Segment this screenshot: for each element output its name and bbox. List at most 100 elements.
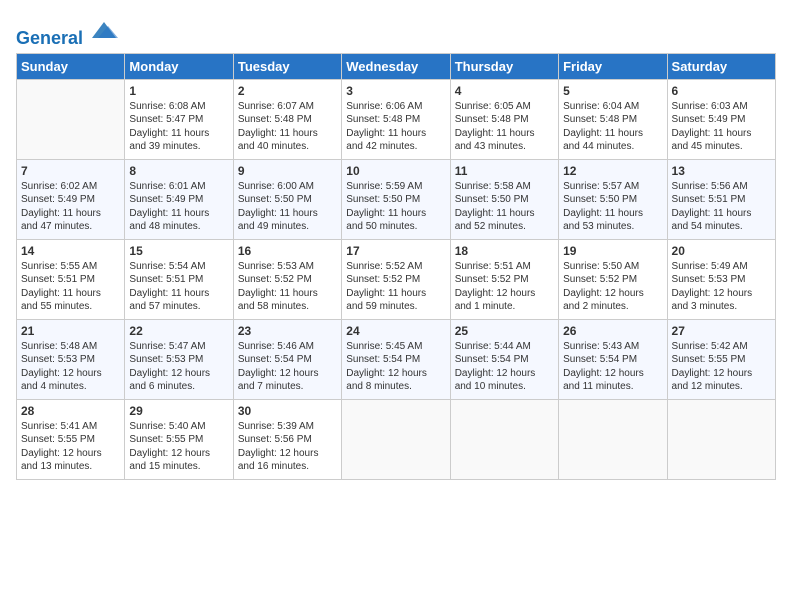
day-cell — [450, 399, 558, 479]
day-number: 13 — [672, 164, 771, 178]
day-number: 6 — [672, 84, 771, 98]
col-header-tuesday: Tuesday — [233, 53, 341, 79]
col-header-friday: Friday — [559, 53, 667, 79]
day-cell: 1 Sunrise: 6:08 AM Sunset: 5:47 PM Daylig… — [125, 79, 233, 159]
logo-text: General — [16, 16, 118, 49]
day-number: 17 — [346, 244, 445, 258]
day-number: 27 — [672, 324, 771, 338]
day-number: 30 — [238, 404, 337, 418]
day-number: 1 — [129, 84, 228, 98]
day-number: 21 — [21, 324, 120, 338]
day-number: 8 — [129, 164, 228, 178]
day-cell: 17 Sunrise: 5:52 AM Sunset: 5:52 PM Dayli… — [342, 239, 450, 319]
page-header: General — [16, 16, 776, 49]
day-cell: 25 Sunrise: 5:44 AM Sunset: 5:54 PM Dayli… — [450, 319, 558, 399]
day-info: Sunrise: 5:54 AM Sunset: 5:51 PM Dayligh… — [129, 260, 228, 314]
week-row-3: 14Sunrise: 5:55 AM Sunset: 5:51 PM Dayli… — [17, 239, 776, 319]
day-cell: 6 Sunrise: 6:03 AM Sunset: 5:49 PM Daylig… — [667, 79, 775, 159]
day-number: 19 — [563, 244, 662, 258]
day-info: Sunrise: 5:58 AM Sunset: 5:50 PM Dayligh… — [455, 180, 554, 234]
day-cell: 21 Sunrise: 5:48 AM Sunset: 5:53 PM Dayli… — [17, 319, 125, 399]
day-info: Sunrise: 5:39 AM Sunset: 5:56 PM Dayligh… — [238, 420, 337, 474]
day-number: 28 — [21, 404, 120, 418]
day-info: Sunrise: 5:52 AM Sunset: 5:52 PM Dayligh… — [346, 260, 445, 314]
day-info: Sunrise: 5:47 AM Sunset: 5:53 PM Dayligh… — [129, 340, 228, 394]
day-info: Sunrise: 5:44 AM Sunset: 5:54 PM Dayligh… — [455, 340, 554, 394]
day-info: Sunrise: 5:49 AM Sunset: 5:53 PM Dayligh… — [672, 260, 771, 314]
day-cell: 3 Sunrise: 6:06 AM Sunset: 5:48 PM Daylig… — [342, 79, 450, 159]
day-cell: 14Sunrise: 5:55 AM Sunset: 5:51 PM Dayli… — [17, 239, 125, 319]
day-info: Sunrise: 5:46 AM Sunset: 5:54 PM Dayligh… — [238, 340, 337, 394]
col-header-saturday: Saturday — [667, 53, 775, 79]
day-number: 25 — [455, 324, 554, 338]
day-cell: 16 Sunrise: 5:53 AM Sunset: 5:52 PM Dayli… — [233, 239, 341, 319]
day-cell — [667, 399, 775, 479]
day-cell — [559, 399, 667, 479]
day-info: Sunrise: 6:08 AM Sunset: 5:47 PM Dayligh… — [129, 100, 228, 154]
day-cell: 2 Sunrise: 6:07 AM Sunset: 5:48 PM Daylig… — [233, 79, 341, 159]
day-cell: 30 Sunrise: 5:39 AM Sunset: 5:56 PM Dayli… — [233, 399, 341, 479]
col-header-sunday: Sunday — [17, 53, 125, 79]
day-number: 18 — [455, 244, 554, 258]
day-number: 5 — [563, 84, 662, 98]
day-cell: 12 Sunrise: 5:57 AM Sunset: 5:50 PM Dayli… — [559, 159, 667, 239]
day-info: Sunrise: 5:48 AM Sunset: 5:53 PM Dayligh… — [21, 340, 120, 394]
day-number: 10 — [346, 164, 445, 178]
day-number: 7 — [21, 164, 120, 178]
day-info: Sunrise: 5:45 AM Sunset: 5:54 PM Dayligh… — [346, 340, 445, 394]
day-info: Sunrise: 5:43 AM Sunset: 5:54 PM Dayligh… — [563, 340, 662, 394]
day-info: Sunrise: 6:00 AM Sunset: 5:50 PM Dayligh… — [238, 180, 337, 234]
day-number: 4 — [455, 84, 554, 98]
day-info: Sunrise: 5:57 AM Sunset: 5:50 PM Dayligh… — [563, 180, 662, 234]
day-number: 15 — [129, 244, 228, 258]
day-cell: 23 Sunrise: 5:46 AM Sunset: 5:54 PM Dayli… — [233, 319, 341, 399]
day-info: Sunrise: 5:42 AM Sunset: 5:55 PM Dayligh… — [672, 340, 771, 394]
day-number: 23 — [238, 324, 337, 338]
day-cell: 10 Sunrise: 5:59 AM Sunset: 5:50 PM Dayli… — [342, 159, 450, 239]
day-cell: 27 Sunrise: 5:42 AM Sunset: 5:55 PM Dayli… — [667, 319, 775, 399]
day-info: Sunrise: 5:59 AM Sunset: 5:50 PM Dayligh… — [346, 180, 445, 234]
day-info: Sunrise: 5:50 AM Sunset: 5:52 PM Dayligh… — [563, 260, 662, 314]
day-cell — [342, 399, 450, 479]
day-cell: 7Sunrise: 6:02 AM Sunset: 5:49 PM Daylig… — [17, 159, 125, 239]
day-number: 11 — [455, 164, 554, 178]
day-number: 3 — [346, 84, 445, 98]
day-number: 9 — [238, 164, 337, 178]
day-info: Sunrise: 5:40 AM Sunset: 5:55 PM Dayligh… — [129, 420, 228, 474]
day-cell: 19 Sunrise: 5:50 AM Sunset: 5:52 PM Dayli… — [559, 239, 667, 319]
day-number: 2 — [238, 84, 337, 98]
day-cell: 4Sunrise: 6:05 AM Sunset: 5:48 PM Daylig… — [450, 79, 558, 159]
day-info: Sunrise: 6:04 AM Sunset: 5:48 PM Dayligh… — [563, 100, 662, 154]
week-row-1: 1 Sunrise: 6:08 AM Sunset: 5:47 PM Daylig… — [17, 79, 776, 159]
day-number: 12 — [563, 164, 662, 178]
logo-general: General — [16, 28, 83, 48]
day-cell — [17, 79, 125, 159]
day-cell: 18Sunrise: 5:51 AM Sunset: 5:52 PM Dayli… — [450, 239, 558, 319]
calendar-table: SundayMondayTuesdayWednesdayThursdayFrid… — [16, 53, 776, 480]
day-cell: 26Sunrise: 5:43 AM Sunset: 5:54 PM Dayli… — [559, 319, 667, 399]
day-info: Sunrise: 6:01 AM Sunset: 5:49 PM Dayligh… — [129, 180, 228, 234]
day-cell: 9 Sunrise: 6:00 AM Sunset: 5:50 PM Daylig… — [233, 159, 341, 239]
day-number: 14 — [21, 244, 120, 258]
day-cell: 22Sunrise: 5:47 AM Sunset: 5:53 PM Dayli… — [125, 319, 233, 399]
day-cell: 8 Sunrise: 6:01 AM Sunset: 5:49 PM Daylig… — [125, 159, 233, 239]
week-row-5: 28Sunrise: 5:41 AM Sunset: 5:55 PM Dayli… — [17, 399, 776, 479]
day-info: Sunrise: 6:06 AM Sunset: 5:48 PM Dayligh… — [346, 100, 445, 154]
week-row-4: 21 Sunrise: 5:48 AM Sunset: 5:53 PM Dayli… — [17, 319, 776, 399]
day-cell: 15 Sunrise: 5:54 AM Sunset: 5:51 PM Dayli… — [125, 239, 233, 319]
day-cell: 20Sunrise: 5:49 AM Sunset: 5:53 PM Dayli… — [667, 239, 775, 319]
calendar-header-row: SundayMondayTuesdayWednesdayThursdayFrid… — [17, 53, 776, 79]
day-number: 29 — [129, 404, 228, 418]
day-info: Sunrise: 6:03 AM Sunset: 5:49 PM Dayligh… — [672, 100, 771, 154]
day-cell: 28Sunrise: 5:41 AM Sunset: 5:55 PM Dayli… — [17, 399, 125, 479]
day-number: 16 — [238, 244, 337, 258]
day-info: Sunrise: 6:07 AM Sunset: 5:48 PM Dayligh… — [238, 100, 337, 154]
col-header-monday: Monday — [125, 53, 233, 79]
day-cell: 5 Sunrise: 6:04 AM Sunset: 5:48 PM Daylig… — [559, 79, 667, 159]
day-cell: 24Sunrise: 5:45 AM Sunset: 5:54 PM Dayli… — [342, 319, 450, 399]
col-header-wednesday: Wednesday — [342, 53, 450, 79]
day-cell: 13Sunrise: 5:56 AM Sunset: 5:51 PM Dayli… — [667, 159, 775, 239]
day-cell: 29 Sunrise: 5:40 AM Sunset: 5:55 PM Dayli… — [125, 399, 233, 479]
logo-icon — [90, 16, 118, 44]
day-info: Sunrise: 5:53 AM Sunset: 5:52 PM Dayligh… — [238, 260, 337, 314]
